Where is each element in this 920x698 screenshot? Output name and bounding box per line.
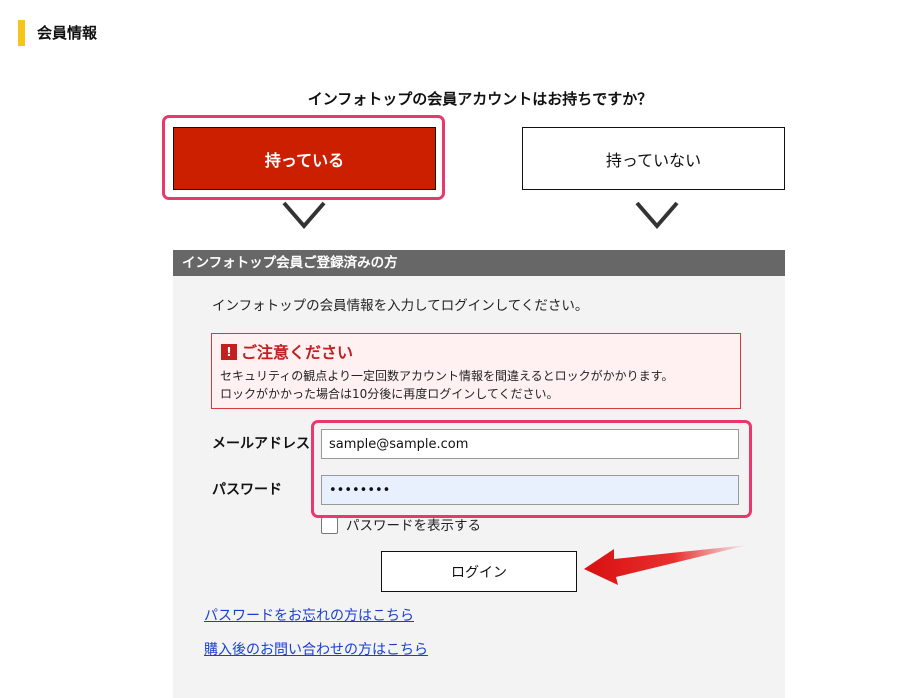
show-password-checkbox[interactable] bbox=[321, 517, 338, 534]
caution-notice: ! ご注意ください セキュリティの観点より一定回数アカウント情報を間違えるとロッ… bbox=[211, 333, 741, 409]
login-panel: インフォトップ会員ご登録済みの方 インフォトップの会員情報を入力してログインして… bbox=[173, 250, 785, 698]
panel-header: インフォトップ会員ご登録済みの方 bbox=[173, 250, 785, 276]
section-accent-bar bbox=[18, 20, 25, 46]
warning-icon: ! bbox=[221, 344, 237, 360]
password-label: パスワード bbox=[212, 482, 282, 498]
login-button[interactable]: ログイン bbox=[381, 551, 577, 592]
have-account-button[interactable]: 持っている bbox=[173, 127, 436, 190]
notice-line: ロックがかかった場合は10分後に再度ログインしてください。 bbox=[220, 387, 559, 401]
notice-title: ご注意ください bbox=[241, 343, 354, 362]
account-question: インフォトップの会員アカウントはお持ちですか？ bbox=[307, 90, 653, 108]
input-highlight bbox=[311, 420, 752, 518]
panel-intro: インフォトップの会員情報を入力してログインしてください。 bbox=[212, 298, 589, 314]
forgot-password-link[interactable]: パスワードをお忘れの方はこちら bbox=[204, 606, 414, 626]
no-account-button[interactable]: 持っていない bbox=[522, 127, 785, 190]
show-password-label[interactable]: パスワードを表示する bbox=[346, 516, 481, 536]
notice-line: セキュリティの観点より一定回数アカウント情報を間違えるとロックがかかります。 bbox=[220, 369, 674, 383]
inquiry-link[interactable]: 購入後のお問い合わせの方はこちら bbox=[204, 640, 428, 660]
section-title: 会員情報 bbox=[37, 24, 98, 42]
email-label: メールアドレス bbox=[212, 436, 310, 452]
chevron-down-icon bbox=[282, 201, 326, 230]
red-arrow-icon bbox=[584, 545, 748, 585]
chevron-down-icon bbox=[635, 201, 679, 230]
